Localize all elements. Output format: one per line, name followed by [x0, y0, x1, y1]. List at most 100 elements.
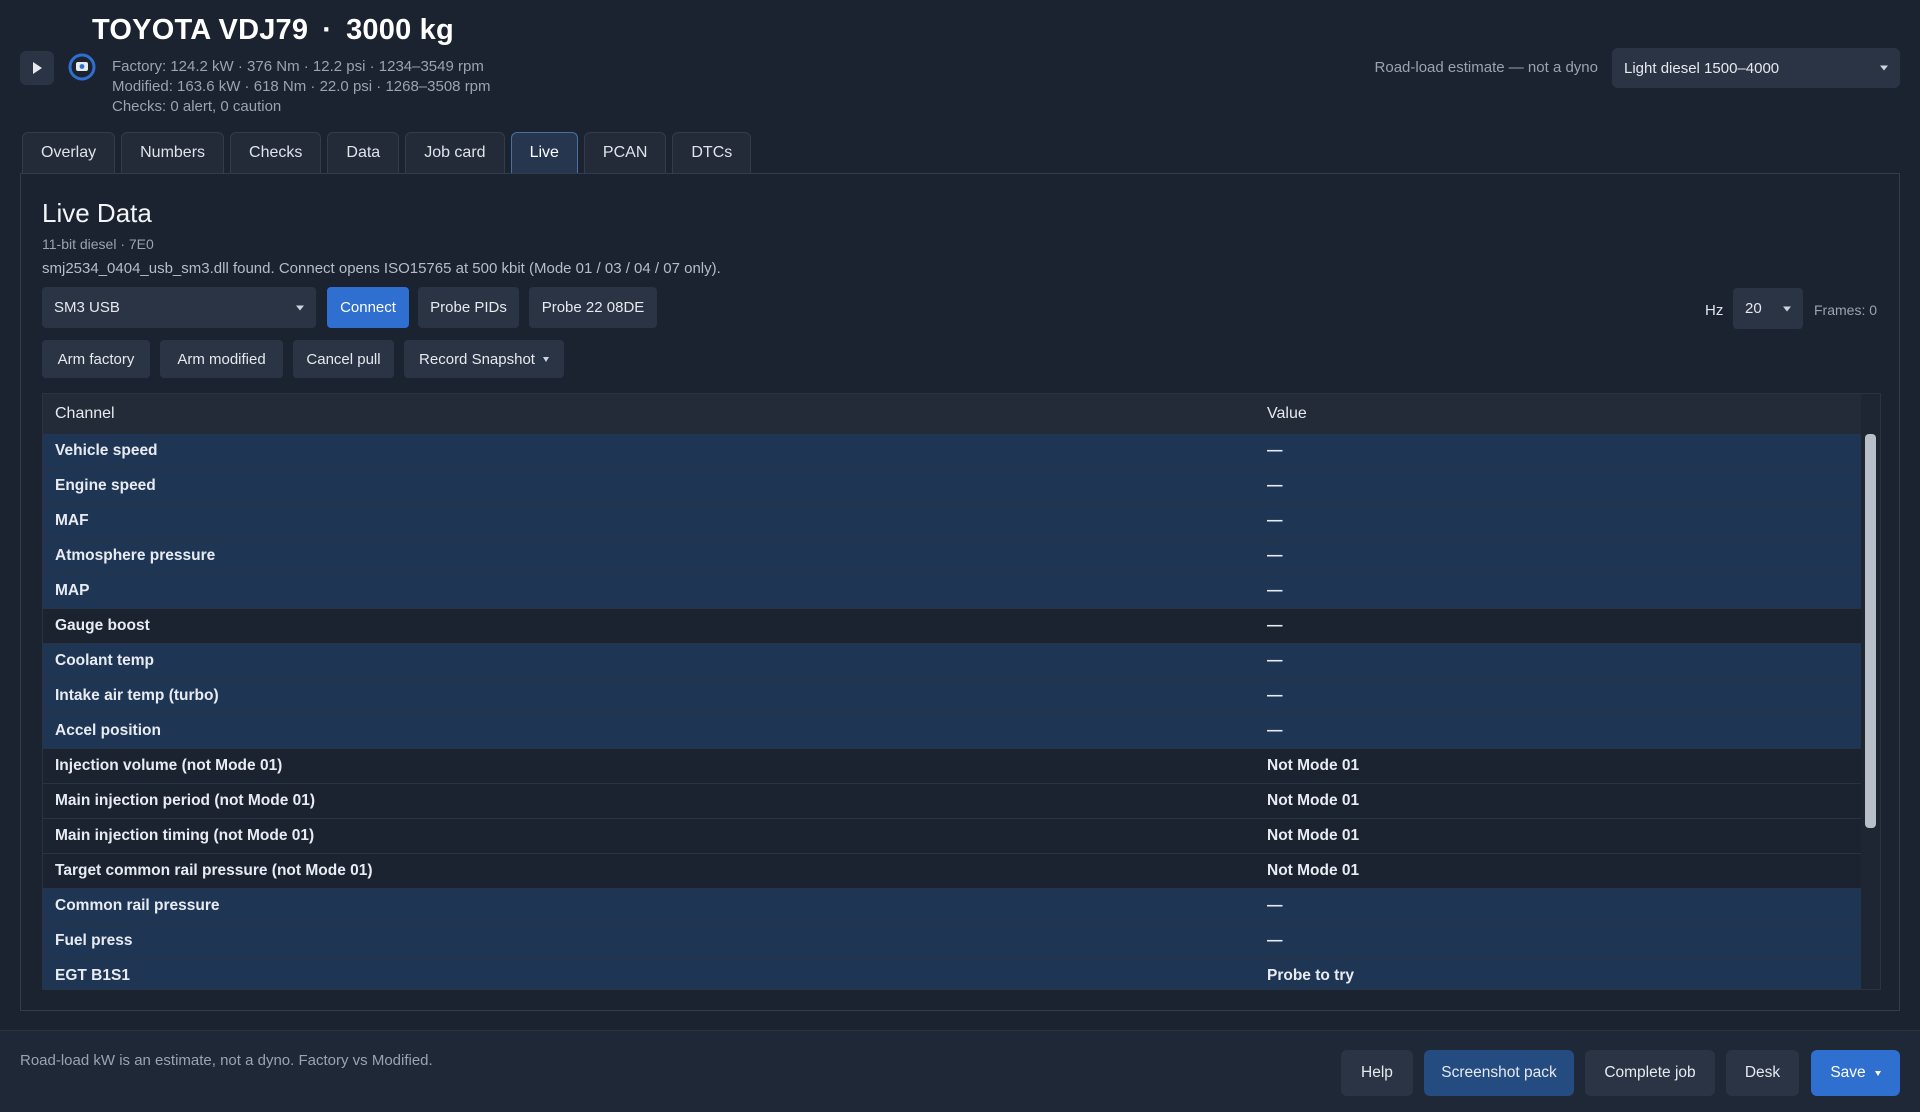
channel-name: Coolant temp: [43, 643, 1255, 679]
device-select-value: SM3 USB: [54, 299, 120, 316]
device-select[interactable]: SM3 USB: [42, 287, 316, 328]
arm-factory-button[interactable]: Arm factory: [42, 340, 150, 378]
channel-value: —: [1255, 643, 1861, 679]
table-row[interactable]: Gauge boost —: [43, 608, 1861, 644]
hz-select[interactable]: 20: [1733, 288, 1803, 329]
table-row[interactable]: Target common rail pressure (not Mode 01…: [43, 853, 1861, 889]
channel-value: —: [1255, 888, 1861, 924]
tab-overlay[interactable]: Overlay: [22, 132, 116, 173]
record-snapshot-button[interactable]: Record Snapshot: [404, 340, 564, 378]
table-row[interactable]: MAF —: [43, 503, 1861, 539]
channel-name: MAP: [43, 573, 1255, 609]
tab-job-card[interactable]: Job card: [405, 132, 505, 173]
table-row[interactable]: Accel position —: [43, 713, 1861, 749]
table-row[interactable]: Engine speed —: [43, 468, 1861, 504]
channel-value: —: [1255, 573, 1861, 609]
save-button[interactable]: Save: [1811, 1050, 1900, 1096]
section-title: Live Data: [42, 198, 152, 228]
channel-value: Probe to try: [1255, 958, 1861, 989]
channel-value: —: [1255, 468, 1861, 504]
channel-name: Injection volume (not Mode 01): [43, 748, 1255, 784]
table-row[interactable]: Vehicle speed —: [43, 434, 1861, 469]
arm-modified-button[interactable]: Arm modified: [160, 340, 283, 378]
channel-name: Fuel press: [43, 923, 1255, 959]
protocol-subtitle: 11-bit diesel · 7E0: [42, 236, 154, 252]
chevron-down-icon: [1783, 306, 1791, 311]
table-row[interactable]: MAP —: [43, 573, 1861, 609]
desk-button[interactable]: Desk: [1726, 1050, 1799, 1096]
profile-select[interactable]: Light diesel 1500–4000: [1612, 48, 1900, 88]
checks-summary: Checks: 0 alert, 0 caution: [112, 98, 282, 115]
column-header-channel: Channel: [43, 394, 1255, 434]
channel-name: MAF: [43, 503, 1255, 539]
channel-value: Not Mode 01: [1255, 748, 1861, 784]
live-channel-table: Channel Value Vehicle speed — Engine spee…: [42, 393, 1881, 990]
cancel-pull-button[interactable]: Cancel pull: [293, 340, 394, 378]
scrollbar-thumb[interactable]: [1865, 434, 1876, 828]
channel-name: Intake air temp (turbo): [43, 678, 1255, 714]
page-title: TOYOTA VDJ79 · 3000 kg: [92, 14, 454, 47]
road-load-note: Road-load estimate — not a dyno: [1374, 59, 1598, 76]
tab-checks[interactable]: Checks: [230, 132, 322, 173]
connect-button[interactable]: Connect: [327, 287, 409, 328]
channel-value: —: [1255, 608, 1861, 644]
record-snapshot-label: Record Snapshot: [419, 350, 535, 368]
channel-name: Target common rail pressure (not Mode 01…: [43, 853, 1255, 889]
channel-name: Atmosphere pressure: [43, 538, 1255, 574]
probe-pids-button[interactable]: Probe PIDs: [418, 287, 519, 328]
channel-name: Gauge boost: [43, 608, 1255, 644]
channel-name: Engine speed: [43, 468, 1255, 504]
channel-name: Accel position: [43, 713, 1255, 749]
help-button[interactable]: Help: [1341, 1050, 1413, 1096]
main-tabs: Overlay Numbers Checks Data Job card Liv…: [22, 132, 752, 174]
chevron-down-icon: [296, 305, 304, 310]
table-row[interactable]: Injection volume (not Mode 01) Not Mode 0…: [43, 748, 1861, 784]
probe-22-button[interactable]: Probe 22 08DE: [529, 287, 657, 328]
screenshot-pack-button[interactable]: Screenshot pack: [1424, 1050, 1574, 1096]
app-header: TOYOTA VDJ79 · 3000 kg Factory: 124.2 kW ·…: [0, 0, 1920, 128]
footer-note: Road-load kW is an estimate, not a dyno.…: [20, 1052, 433, 1069]
chevron-down-icon: [542, 356, 549, 362]
play-button[interactable]: [20, 51, 54, 85]
vehicle-mass: 3000 kg: [346, 14, 454, 46]
frames-counter: Frames: 0: [1814, 302, 1878, 318]
footer-bar: Road-load kW is an estimate, not a dyno.…: [0, 1030, 1920, 1112]
channel-name: Vehicle speed: [43, 434, 1255, 469]
vehicle-name: TOYOTA VDJ79: [92, 14, 309, 46]
table-row[interactable]: Main injection period (not Mode 01) Not M…: [43, 783, 1861, 819]
play-icon: [33, 62, 42, 74]
channel-value: Not Mode 01: [1255, 818, 1861, 854]
table-row[interactable]: Coolant temp —: [43, 643, 1861, 679]
save-button-label: Save: [1830, 1064, 1866, 1081]
hz-select-value: 20: [1745, 300, 1762, 317]
tab-pcan[interactable]: PCAN: [583, 132, 667, 173]
tab-data[interactable]: Data: [327, 132, 400, 173]
table-row[interactable]: EGT B1S1 Probe to try: [43, 958, 1861, 989]
table-row[interactable]: Atmosphere pressure —: [43, 538, 1861, 574]
live-panel: Live Data 11-bit diesel · 7E0 smj2534_04…: [20, 173, 1900, 1011]
tab-numbers[interactable]: Numbers: [121, 132, 225, 173]
chevron-down-icon: [1874, 1070, 1881, 1076]
channel-value: —: [1255, 434, 1861, 469]
record-icon[interactable]: [67, 52, 97, 82]
channel-name: EGT B1S1: [43, 958, 1255, 989]
table-row[interactable]: Intake air temp (turbo) —: [43, 678, 1861, 714]
table-row[interactable]: Fuel press —: [43, 923, 1861, 959]
modified-specs: Modified: 163.6 kW · 618 Nm · 22.0 psi ·…: [112, 78, 491, 95]
channel-value: —: [1255, 923, 1861, 959]
profile-select-value: Light diesel 1500–4000: [1624, 59, 1780, 77]
factory-specs: Factory: 124.2 kW · 376 Nm · 12.2 psi · …: [112, 58, 484, 75]
table-row[interactable]: Common rail pressure —: [43, 888, 1861, 924]
table-header-row: Channel Value: [43, 394, 1861, 434]
channel-value: Not Mode 01: [1255, 853, 1861, 889]
driver-status: smj2534_0404_usb_sm3.dll found. Connect …: [42, 260, 721, 277]
title-separator: ·: [322, 14, 333, 46]
channel-value: Not Mode 01: [1255, 783, 1861, 819]
table-row[interactable]: Main injection timing (not Mode 01) Not M…: [43, 818, 1861, 854]
channel-name: Common rail pressure: [43, 888, 1255, 924]
table-scrollbar[interactable]: [1861, 394, 1880, 989]
channel-value: —: [1255, 713, 1861, 749]
tab-dtcs[interactable]: DTCs: [672, 132, 752, 173]
tab-live[interactable]: Live: [510, 132, 578, 173]
complete-job-button[interactable]: Complete job: [1585, 1050, 1715, 1096]
